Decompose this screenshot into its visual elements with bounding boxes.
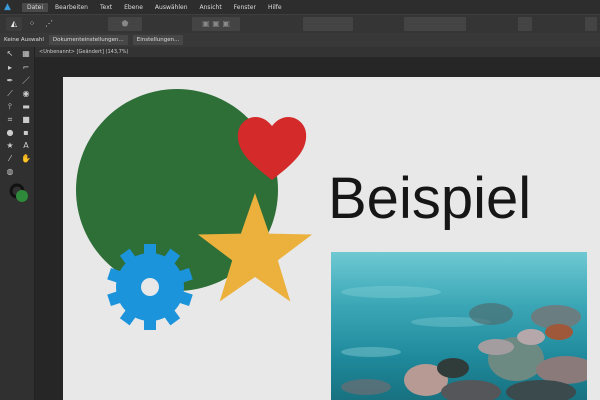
menu-bearbeiten[interactable]: Bearbeiten [50, 3, 93, 12]
more-button[interactable] [585, 17, 597, 31]
align-buttons[interactable] [303, 17, 353, 31]
menu-datei[interactable]: Datei [22, 2, 49, 12]
fill-tool-icon[interactable]: ◉ [21, 89, 31, 99]
pixel-persona-icon[interactable]: ⁘ [25, 17, 39, 31]
pebble-beach-photo[interactable] [331, 252, 587, 400]
menu-ebene[interactable]: Ebene [119, 3, 148, 12]
pen-tool-icon[interactable]: ✒ [5, 76, 15, 86]
place-image-tool-icon[interactable]: ▬ [21, 102, 31, 112]
star-tool-icon[interactable]: ★ [5, 141, 15, 151]
insert-button[interactable] [518, 17, 532, 31]
zoom-tool-icon[interactable]: ◍ [5, 167, 15, 177]
document-settings-button[interactable]: Dokumenteinstellungen... [48, 35, 128, 45]
corner-tool-icon[interactable]: ⌐ [21, 63, 31, 73]
designer-persona-icon[interactable]: ◭ [6, 17, 22, 31]
text-tool-icon[interactable]: A [21, 141, 31, 151]
beispiel-text[interactable]: Beispiel [328, 165, 531, 232]
move-tool-icon[interactable]: ↖ [5, 49, 15, 59]
gear-tooth [144, 244, 156, 258]
gear-tooth [144, 316, 156, 330]
arrange-buttons[interactable]: ▣ ▣ ▣ [192, 17, 240, 31]
menu-fenster[interactable]: Fenster [229, 3, 261, 12]
rectangle-tool-icon[interactable]: ■ [21, 115, 31, 125]
menu-auswaehlen[interactable]: Auswählen [150, 3, 193, 12]
color-swatch-icon[interactable] [8, 182, 30, 204]
hand-tool-icon[interactable]: ✋ [21, 154, 31, 164]
photo-content [341, 286, 587, 400]
pencil-tool-icon[interactable]: ／ [21, 76, 31, 86]
context-toolbar: Keine Auswahl Dokumenteinstellungen... E… [0, 33, 600, 47]
ellipse-tool-icon[interactable]: ● [5, 128, 15, 138]
toolbox: ↖ ▦ ▸ ⌐ ✒ ／ ⟋ ◉ ⫯ ▬ ⌗ ■ ● ▪ ★ A ⁄ ✋ ◍ [0, 47, 35, 400]
brush-tool-icon[interactable]: ⟋ [5, 89, 15, 99]
menu-hilfe[interactable]: Hilfe [263, 3, 287, 12]
settings-button[interactable]: Einstellungen... [132, 35, 184, 45]
node-tool-icon[interactable]: ▸ [5, 63, 15, 73]
page[interactable]: Beispiel [63, 77, 600, 400]
gear-hole [141, 278, 159, 296]
transparency-tool-icon[interactable]: ⫯ [5, 102, 15, 112]
toolbar: ◭ ⁘ ⋰ ⬟ ▣ ▣ ▣ [0, 14, 600, 33]
export-persona-icon[interactable]: ⋰ [42, 17, 56, 31]
menu-ansicht[interactable]: Ansicht [195, 3, 227, 12]
boolean-buttons[interactable] [404, 17, 466, 31]
document-tab[interactable]: <Unbenannt> [Geändert] (143,7%) [35, 47, 600, 57]
crop-tool-icon[interactable]: ⌗ [5, 115, 15, 125]
menu-text[interactable]: Text [95, 3, 117, 12]
selection-status: Keine Auswahl [4, 37, 44, 43]
artboard-tool-icon[interactable]: ▦ [21, 49, 31, 59]
affinity-logo-icon: ▲ [4, 2, 11, 12]
menu-bar: ▲ Datei Bearbeiten Text Ebene Auswählen … [0, 0, 600, 14]
eyedropper-tool-icon[interactable]: ⁄ [5, 154, 15, 164]
snapping-button[interactable]: ⬟ [108, 17, 142, 31]
rounded-rectangle-tool-icon[interactable]: ▪ [21, 128, 31, 138]
